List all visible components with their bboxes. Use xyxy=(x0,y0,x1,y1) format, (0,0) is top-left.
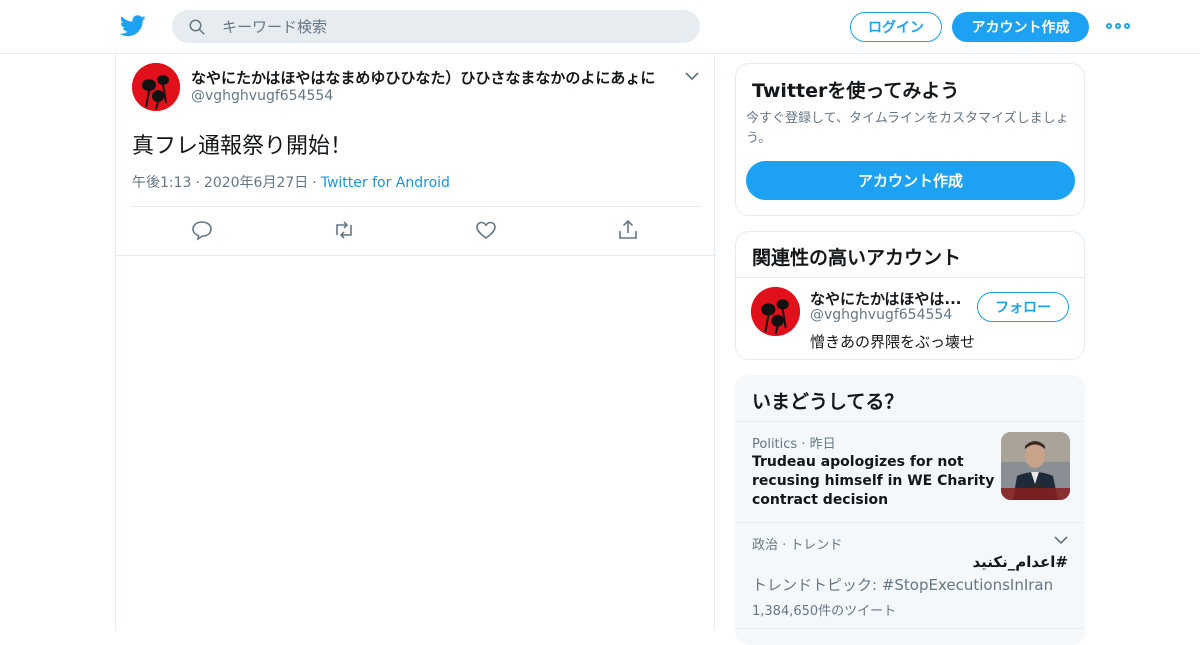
trend-hashtag[interactable]: #اعدام_نکنید xyxy=(972,553,1068,571)
chevron-down-icon[interactable] xyxy=(1054,535,1068,545)
avatar[interactable] xyxy=(132,63,180,111)
trend-thumbnail[interactable] xyxy=(1001,432,1070,500)
retweet-icon[interactable] xyxy=(332,218,356,242)
search-input[interactable] xyxy=(222,17,672,36)
create-account-button[interactable]: アカウント作成 xyxy=(952,12,1089,42)
avatar[interactable] xyxy=(751,287,800,336)
trend-tweet-count: 1,384,650件のツイート xyxy=(752,604,897,619)
related-account-bio: 憎きあの界隈をぶっ壊せ xyxy=(810,333,976,351)
signup-card: Twitterを使ってみよう 今すぐ登録して、タイムラインをカスタマイズしましょ… xyxy=(735,63,1085,216)
divider xyxy=(736,277,1084,278)
trend-category: Politics · 昨日 xyxy=(752,437,836,452)
meta-separator: · xyxy=(195,175,200,191)
follow-button[interactable]: フォロー xyxy=(977,292,1069,322)
tweet-author-name[interactable]: なやにたかはほやはなまめゆひひなた）ひひさなまなかのよにあょに xyxy=(191,67,655,88)
avatar-image xyxy=(132,63,180,111)
divider xyxy=(736,628,1084,629)
tweet-source-link[interactable]: Twitter for Android xyxy=(321,175,450,191)
top-navigation-bar: ログイン アカウント作成 xyxy=(0,0,1200,54)
chevron-down-icon[interactable] xyxy=(684,70,700,82)
tweet-date[interactable]: 2020年6月27日 xyxy=(204,175,308,191)
tweet-text: 真フレ通報祭り開始！ xyxy=(132,134,353,159)
create-account-button[interactable]: アカウント作成 xyxy=(746,161,1075,200)
tweet-column: なやにたかはほやはなまめゆひひなた）ひひさなまなかのよにあょに @vghghvu… xyxy=(115,54,716,630)
twitter-bird-icon[interactable] xyxy=(120,14,146,38)
like-icon[interactable] xyxy=(474,218,498,242)
divider xyxy=(116,255,716,256)
reply-icon[interactable] xyxy=(190,218,214,242)
related-accounts-card: 関連性の高いアカウント なやにたかはほやは... @vghghvugf65455… xyxy=(735,231,1085,360)
trend-category: 政治 · トレンド xyxy=(752,538,843,553)
share-icon[interactable] xyxy=(616,218,640,242)
search-icon xyxy=(189,19,205,34)
signup-card-description: 今すぐ登録して、タイムラインをカスタマイズしましょう。 xyxy=(746,111,1069,146)
tweet-time[interactable]: 午後1:13 xyxy=(132,175,191,191)
tweet-metadata: 午後1:13 · 2020年6月27日 · Twitter for Android xyxy=(132,172,450,192)
divider xyxy=(736,522,1084,523)
login-button[interactable]: ログイン xyxy=(850,12,942,42)
related-accounts-title: 関連性の高いアカウント xyxy=(752,247,962,269)
trends-card: いまどうしてる？ Politics · 昨日 Trudeau apologize… xyxy=(735,375,1085,645)
signup-card-title: Twitterを使ってみよう xyxy=(752,80,960,102)
tweet-author-handle[interactable]: @vghghvugf654554 xyxy=(191,88,333,104)
trends-title: いまどうしてる？ xyxy=(752,391,904,413)
avatar-image xyxy=(751,287,800,336)
search-bar[interactable] xyxy=(172,10,700,43)
divider xyxy=(736,421,1084,422)
tweet-actions xyxy=(116,218,716,246)
related-account-name[interactable]: なやにたかはほやは... xyxy=(810,288,965,309)
trend-topic[interactable]: トレンドトピック: #StopExecutionsInIran xyxy=(752,574,1053,595)
divider xyxy=(131,206,701,207)
related-account-handle[interactable]: @vghghvugf654554 xyxy=(810,307,952,323)
trend-headline[interactable]: Trudeau apologizes for not recusing hims… xyxy=(752,453,997,510)
meta-separator: · xyxy=(312,175,317,191)
more-dots-icon[interactable] xyxy=(1106,18,1132,34)
